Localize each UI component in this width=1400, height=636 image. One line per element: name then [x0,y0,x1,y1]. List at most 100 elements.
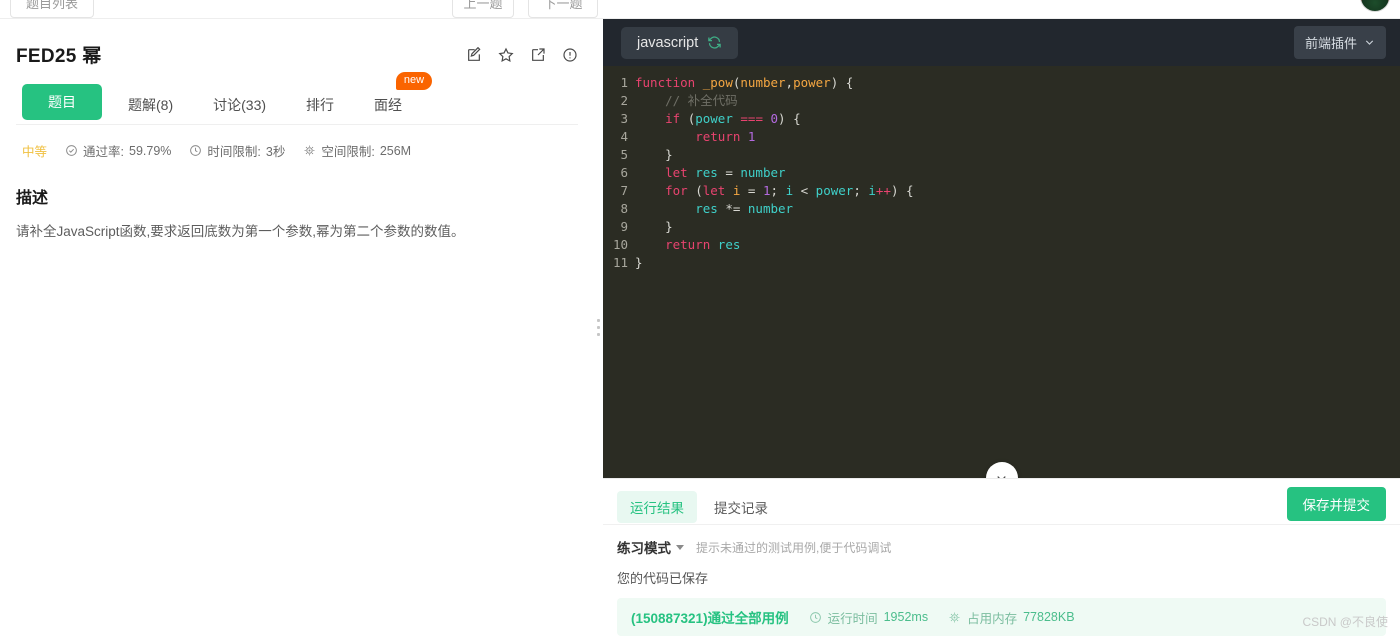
code-token: ( [687,183,703,198]
code-token: number [740,165,786,180]
result-banner: (150887321)通过全部用例 运行时间 1952ms 占用内存 77828… [617,598,1386,636]
line-content: } [635,218,673,236]
code-token: ( [680,111,696,126]
difficulty-label: 中等 [22,145,48,159]
code-line: 8 res *= number [603,200,1400,218]
collapse-panel-button[interactable] [985,462,1018,478]
problem-description-pane: FED25 幂 题目 题解(8) 讨论(33) 排行 面经 new 中等 通过率… [0,19,594,636]
pass-rate-item: 通过率: 59.79% [65,141,171,160]
language-tab-label: javascript [637,34,699,51]
tab-label: 面经 [374,97,403,113]
check-circle-icon [66,145,77,156]
code-line: 1 function _pow(number,power) { [603,74,1400,92]
topbar-prev-button[interactable]: 上一题 [452,0,514,18]
info-icon[interactable] [562,47,578,63]
pass-rate-label: 通过率: [83,145,124,159]
line-number: 6 [620,165,628,180]
code-line: 3 if (power === 0) { [603,110,1400,128]
line-number: 7 [620,183,628,198]
memory-value: 77828KB [1023,610,1075,624]
line-number: 10 [612,237,628,252]
problem-title-row: FED25 幂 [16,41,578,68]
tab-problem[interactable]: 题目 [22,84,102,120]
code-token: *= [717,201,748,216]
line-content: return res [635,236,740,254]
code-token: ++ [875,183,891,198]
runtime-value: 1952ms [883,610,929,624]
star-icon[interactable] [498,47,514,63]
clock-icon [190,145,202,156]
user-avatar[interactable] [1360,0,1390,12]
line-number: 11 [612,255,628,270]
time-limit-item: 时间限制: 3秒 [189,141,285,160]
tab-submission-history[interactable]: 提交记录 [701,491,781,523]
tab-label: 排行 [306,97,335,113]
code-line: 7 for (let i = 1; i < power; i++) { [603,182,1400,200]
code-token: i [785,183,794,198]
pass-rate-value: 59.79% [129,143,172,158]
edit-icon[interactable] [466,46,482,63]
practice-mode-hint: 提示未通过的测试用例,便于代码调试 [696,540,892,555]
save-and-submit-button[interactable]: 保存并提交 [1286,487,1386,521]
pane-resize-handle[interactable] [594,19,603,636]
tab-label: 题目 [48,94,76,110]
code-token: let [665,165,688,180]
line-content: res *= number [635,200,793,218]
practice-mode-label: 练习模式 [617,541,671,556]
problem-tabs: 题目 题解(8) 讨论(33) 排行 面经 new [16,72,578,125]
description-text: 请补全JavaScript函数,要求返回底数为第一个参数,幂为第二个参数的数值。 [16,224,465,239]
language-tab[interactable]: javascript [621,26,739,59]
tab-solutions[interactable]: 题解(8) [108,86,193,124]
code-token: 1 [762,183,771,198]
problem-meta: 中等 通过率: 59.79% 时间限制: 3秒 空间限制: 256M [0,125,594,160]
editor-header: javascript 前端插件 [603,19,1400,66]
code-token: } [635,219,673,234]
line-number: 4 [620,129,628,144]
code-token: } [635,255,643,270]
external-link-icon[interactable] [530,47,546,63]
code-editor-pane: javascript 前端插件 1 function _pow(number,po… [603,19,1400,636]
code-token: if [665,111,681,126]
topbar-next-button[interactable]: 下一题 [528,0,598,18]
code-token: res [717,237,741,252]
frontend-plugin-button[interactable]: 前端插件 [1293,26,1386,59]
code-line: 9 } [603,218,1400,236]
problem-action-icons [466,46,578,63]
pass-status-text: (150887321)通过全部用例 [631,611,789,626]
line-number: 3 [620,111,628,126]
line-content: for (let i = 1; i < power; i++) { [635,182,913,200]
practice-mode-row: 练习模式 提示未通过的测试用例,便于代码调试 [603,525,1400,557]
line-content: } [635,146,673,164]
memory-chip-icon [949,612,960,622]
code-token: return [665,237,711,252]
practice-mode-selector[interactable]: 练习模式 [617,537,684,557]
chevron-down-icon [1365,40,1374,45]
line-number: 5 [620,147,628,162]
tab-interview[interactable]: 面经 new [354,72,433,124]
memory-label: 占用内存 [967,611,1018,626]
clock-icon [809,611,821,623]
code-editor[interactable]: 1 function _pow(number,power) {2 // 补全代码 3… [603,66,1400,478]
tab-discussion[interactable]: 讨论(33) [193,86,286,124]
results-tab-label: 提交记录 [714,500,768,516]
code-line: 11} [603,254,1400,272]
results-tab-label: 运行结果 [630,500,684,516]
code-token: let [702,183,726,198]
tab-label: 讨论(33) [213,97,267,113]
refresh-icon[interactable] [707,35,722,50]
topbar-problem-list-button[interactable]: 题目列表 [10,0,94,18]
space-limit-label: 空间限制: [321,145,375,159]
caret-down-icon [676,544,684,550]
time-limit-value: 3秒 [265,145,286,159]
tab-run-result[interactable]: 运行结果 [617,490,697,523]
tab-ranking[interactable]: 排行 [286,86,354,124]
code-token: 1 [747,129,756,144]
code-token: power [793,75,831,90]
line-content: if (power === 0) { [635,110,801,128]
